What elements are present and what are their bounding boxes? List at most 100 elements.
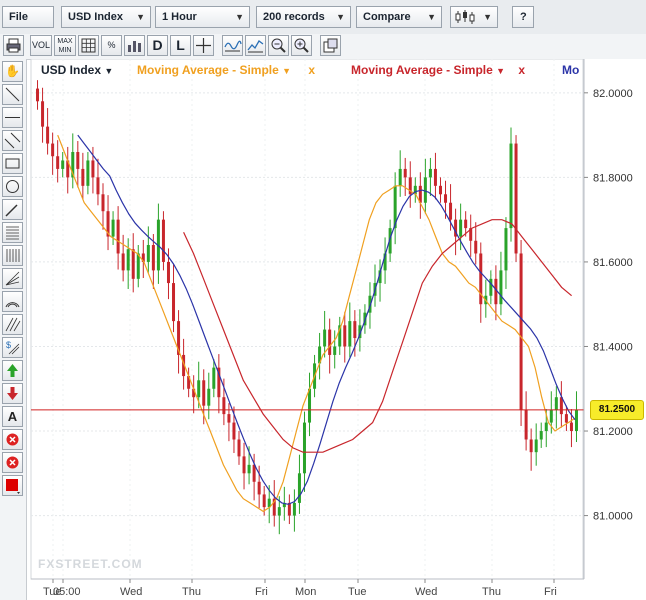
- volume-button[interactable]: VOL: [30, 35, 52, 56]
- study-button[interactable]: [245, 35, 266, 56]
- fibonacci-tool-button[interactable]: [2, 222, 23, 243]
- fxstreet-watermark: FXSTREET.COM: [38, 557, 143, 571]
- legend-ma-fast[interactable]: Moving Average - Simple ▼ x: [137, 63, 315, 77]
- d-button[interactable]: D: [147, 35, 168, 56]
- chevron-down-icon: ▼: [483, 12, 492, 22]
- candle-body: [96, 177, 100, 195]
- percent-button[interactable]: %: [101, 35, 122, 56]
- parallel-lines-icon: [4, 132, 21, 149]
- text-tool-button[interactable]: A: [2, 406, 23, 427]
- candle-body: [61, 160, 65, 169]
- x-tick-label: 05:00: [53, 586, 81, 598]
- fib-fan-tool-button[interactable]: [2, 245, 23, 266]
- dollar-lines-icon: $: [6, 340, 20, 355]
- candle-body: [423, 177, 427, 203]
- timeframe-select-label: 1 Hour: [162, 11, 197, 23]
- trendline-tool-button[interactable]: [2, 84, 23, 105]
- horizontal-line-icon: [5, 117, 20, 118]
- compare-select[interactable]: Compare ▼: [356, 6, 442, 28]
- candle-body: [333, 346, 337, 355]
- l-button[interactable]: L: [170, 35, 191, 56]
- candle-body: [81, 168, 85, 186]
- pencil-tool-button[interactable]: [2, 199, 23, 220]
- bar-chart-icon: [128, 41, 141, 52]
- zoom-out-icon: [271, 38, 286, 53]
- candle-body: [232, 422, 236, 440]
- candle-body: [302, 422, 306, 474]
- records-select-label: 200 records: [263, 11, 325, 23]
- candle-body: [433, 168, 437, 186]
- x-tick-label: Tue: [348, 586, 367, 598]
- color-picker-button[interactable]: [2, 475, 23, 496]
- instrument-select-label: USD Index: [68, 11, 124, 23]
- candle-body: [121, 253, 125, 271]
- candle-body: [136, 253, 140, 279]
- chart-type-select[interactable]: ▼: [450, 6, 498, 28]
- candle-body: [353, 321, 357, 339]
- percent-button-label: %: [107, 40, 116, 50]
- candle-body: [56, 156, 60, 169]
- price-chart[interactable]: 82.0000 81.8000 81.6000 81.4000 81.2000 81.00…: [27, 59, 646, 600]
- pencil-icon: [5, 204, 18, 217]
- wave-icon: [224, 40, 242, 52]
- timeframe-select[interactable]: 1 Hour ▼: [155, 6, 250, 28]
- candle-body: [464, 219, 468, 229]
- remove-icon[interactable]: x: [308, 63, 315, 77]
- file-menu[interactable]: File: [2, 6, 54, 28]
- grid-icon: [81, 38, 96, 53]
- candle-body: [297, 473, 301, 503]
- fibonacci-icon: [6, 226, 19, 240]
- remove-icon[interactable]: x: [518, 63, 525, 77]
- arc-tool-button[interactable]: [2, 291, 23, 312]
- dollar-tool-button[interactable]: $: [2, 337, 23, 358]
- ellipse-tool-button[interactable]: [2, 176, 23, 197]
- sell-arrow-tool-button[interactable]: [2, 383, 23, 404]
- candle-body: [308, 388, 312, 423]
- candle-body: [166, 261, 170, 284]
- print-button[interactable]: [3, 35, 24, 56]
- channel-tool-button[interactable]: [2, 130, 23, 151]
- popout-window-icon: [323, 38, 338, 53]
- maxmin-button[interactable]: MAX MIN: [54, 35, 76, 56]
- instrument-select[interactable]: USD Index ▼: [61, 6, 151, 28]
- zoom-in-button[interactable]: [291, 35, 312, 56]
- gann-tool-button[interactable]: [2, 268, 23, 289]
- svg-text:$: $: [6, 340, 11, 350]
- delete-selected-button[interactable]: [2, 429, 23, 450]
- grid-button[interactable]: [78, 35, 99, 56]
- candle-body: [237, 439, 241, 457]
- maxmin-button-label: MAX MIN: [57, 38, 73, 54]
- chevron-down-icon: ▼: [336, 12, 345, 22]
- candle-body: [489, 278, 493, 296]
- candle-body: [146, 245, 150, 262]
- legend-ma-mid-label: Mo: [562, 63, 580, 77]
- popout-button[interactable]: [320, 35, 341, 56]
- zoom-out-button[interactable]: [268, 35, 289, 56]
- horizontal-line-tool-button[interactable]: [2, 107, 23, 128]
- x-tick-label: Fri: [255, 586, 268, 598]
- pan-tool-button[interactable]: ✋: [2, 61, 23, 82]
- candle-body: [252, 464, 256, 482]
- candle-body: [227, 414, 231, 423]
- line-chart-icon: [247, 40, 264, 53]
- help-button[interactable]: ?: [512, 6, 534, 28]
- legend-ma-slow[interactable]: Moving Average - Simple ▼ x: [351, 63, 525, 77]
- chevron-down-icon: ▼: [136, 12, 145, 22]
- candle-body: [529, 439, 533, 453]
- candle-body: [131, 249, 135, 279]
- bar-chart-button[interactable]: [124, 35, 145, 56]
- buy-arrow-tool-button[interactable]: [2, 360, 23, 381]
- rectangle-tool-button[interactable]: [2, 153, 23, 174]
- records-select[interactable]: 200 records ▼: [256, 6, 351, 28]
- y-tick-label: 81.6000: [593, 257, 633, 269]
- crosshair-button[interactable]: [193, 35, 214, 56]
- candle-body: [549, 409, 553, 423]
- candle-body: [509, 143, 513, 229]
- chevron-down-icon: ▼: [282, 66, 292, 76]
- delete-all-button[interactable]: [2, 452, 23, 473]
- legend-ma-mid[interactable]: Mo: [562, 63, 579, 77]
- legend-instrument[interactable]: USD Index ▼: [41, 63, 113, 77]
- delete-icon: [6, 433, 19, 446]
- indicator-button[interactable]: [222, 35, 243, 56]
- angle-tool-button[interactable]: [2, 314, 23, 335]
